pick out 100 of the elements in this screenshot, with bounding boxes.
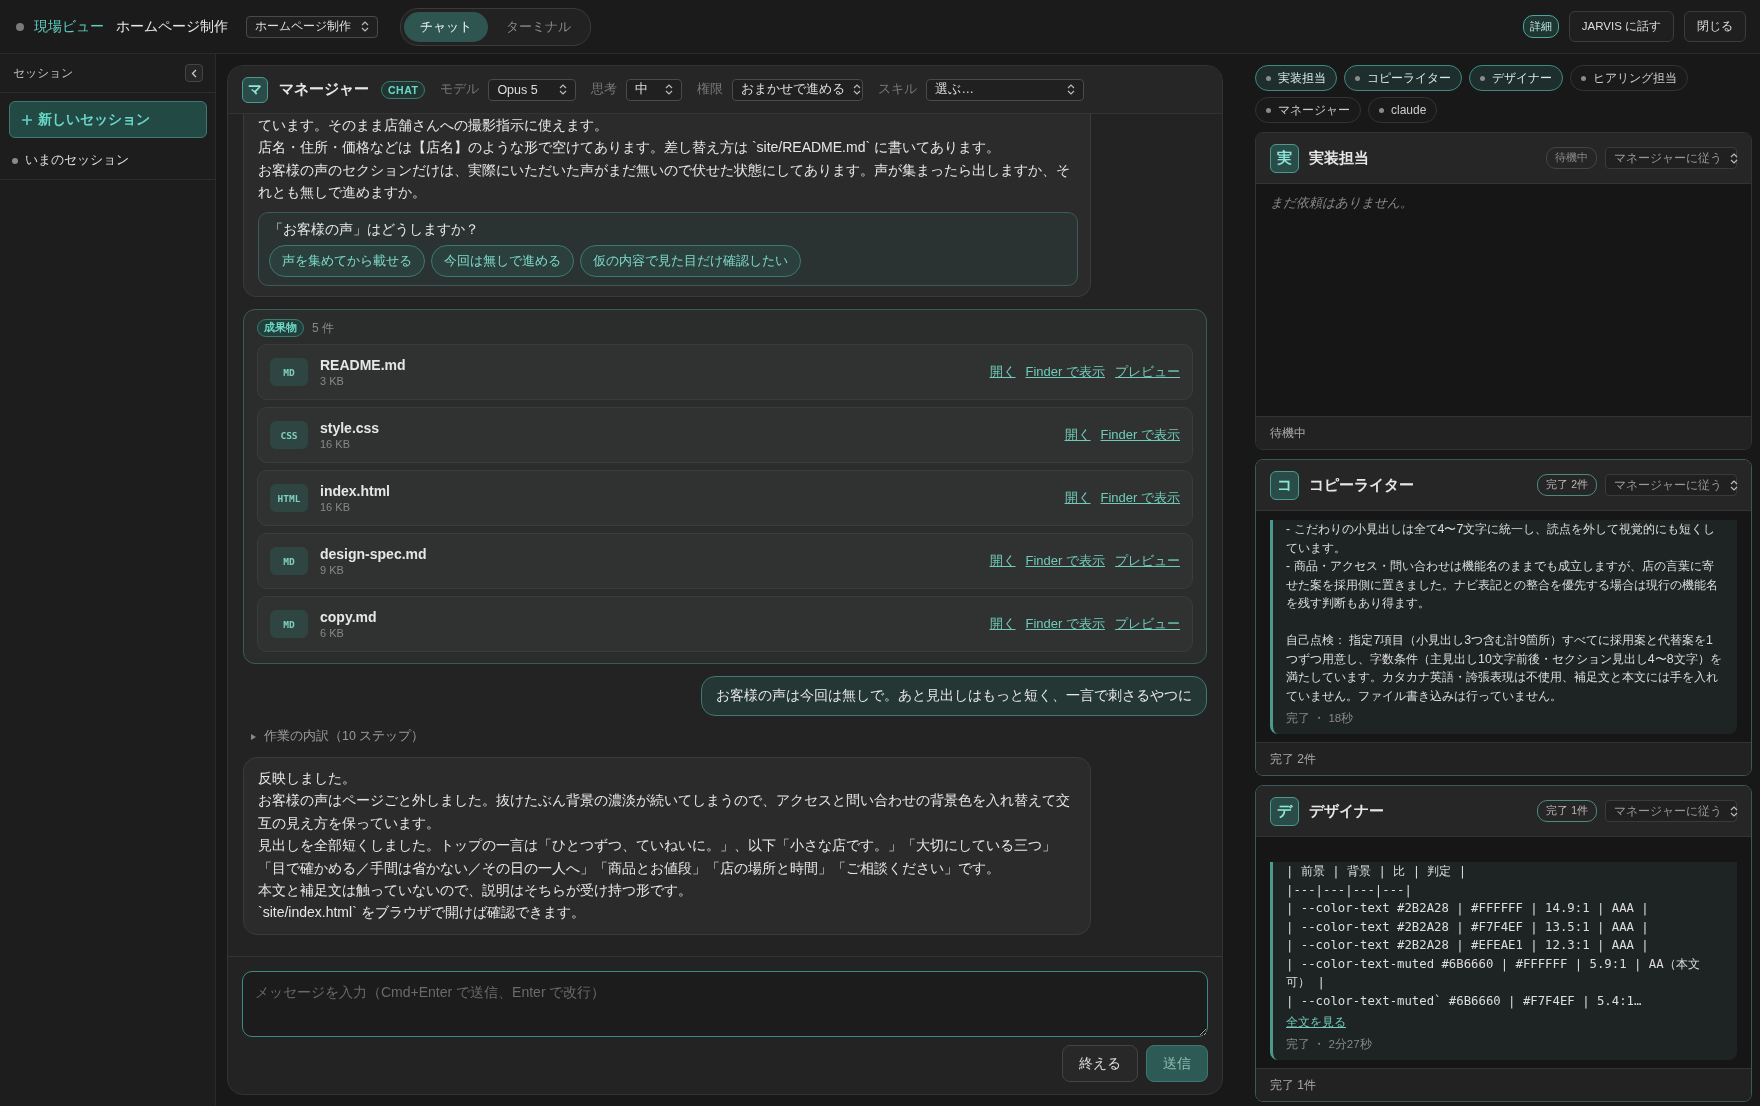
- option-button[interactable]: 今回は無しで進める: [431, 245, 574, 278]
- agent-chip[interactable]: コピーライター: [1344, 65, 1462, 91]
- chat-title: マネージャー: [279, 80, 369, 99]
- permission-select[interactable]: おまかせで進める: [732, 78, 864, 101]
- details-button[interactable]: 詳細: [1522, 15, 1559, 38]
- status-dot: [16, 22, 24, 31]
- updown-icon: [559, 84, 568, 95]
- file-link[interactable]: プレビュー: [1115, 363, 1180, 382]
- file-link[interactable]: Finder で表示: [1025, 363, 1105, 382]
- steps-toggle[interactable]: 作業の内訳（10 ステップ）: [243, 728, 1207, 746]
- file-link[interactable]: Finder で表示: [1100, 426, 1180, 445]
- file-link[interactable]: プレビュー: [1115, 615, 1180, 634]
- avatar: デ: [1270, 796, 1299, 826]
- file-link[interactable]: 開く: [989, 615, 1016, 634]
- agent-chip[interactable]: マネージャー: [1255, 97, 1361, 123]
- artifacts-badge: 成果物: [257, 319, 304, 338]
- log-meta: 完了 ・ 18秒: [1286, 711, 1355, 726]
- log-text: - 商品・アクセス・問い合わせは機能名のままでも成立しますが、店の言葉に寄せた案を採用側に置きました。ナビ表記との整合を優先する場合は現行の機能名を残す判断もあり得ます。: [1286, 558, 1719, 612]
- log-text: - こだわりの小見出しは全て4〜7文字に統一し、読点を外して視覚的にも短くしています。: [1286, 521, 1717, 557]
- policy-select[interactable]: マネージャーに従う: [1605, 800, 1737, 822]
- policy-select[interactable]: マネージャーに従う: [1605, 474, 1737, 496]
- caret-icon: [251, 733, 256, 740]
- file-type-badge: HTML: [270, 484, 308, 513]
- file-count: 5 件: [312, 319, 334, 337]
- code-line: | --color-text-muted` #6B6660 | #F7F4EF | 5.4:1…: [1286, 992, 1643, 1010]
- file-name: index.html: [320, 483, 391, 500]
- thinking-select[interactable]: 中: [626, 78, 683, 101]
- file-link[interactable]: Finder で表示: [1025, 615, 1105, 634]
- skill-select[interactable]: 選ぶ…: [926, 78, 1085, 101]
- new-session-button[interactable]: 新しいセッション: [9, 101, 207, 138]
- agent-chip[interactable]: ヒアリング担当: [1570, 65, 1688, 91]
- tab[interactable]: チャット: [404, 11, 488, 42]
- collapse-button[interactable]: [185, 64, 203, 82]
- card-footer: 完了 2件: [1256, 742, 1751, 775]
- avatar: コ: [1270, 470, 1299, 500]
- send-button[interactable]: 送信: [1146, 1045, 1208, 1082]
- sidebar-title: セッション: [13, 65, 73, 81]
- model-select[interactable]: Opus 5: [488, 78, 577, 101]
- avatar: マ: [242, 76, 268, 103]
- updown-icon: [1730, 152, 1738, 164]
- file-name: copy.md: [320, 609, 378, 626]
- full-text-link[interactable]: 全文を見る: [1286, 1014, 1346, 1031]
- file-link[interactable]: 開く: [1064, 426, 1091, 445]
- message-text: ています。そのまま店舗さんへの撮影指示に使えます。: [258, 116, 609, 135]
- agent-name: コピーライター: [1309, 475, 1415, 495]
- message-text: お客様の声はページごと外しました。抜けたぶん背景の濃淡が続いてしまうので、アクセスと問い合わせの背景色を入れ替えて交互の見え方を保っています。: [258, 791, 1071, 833]
- agent-chip[interactable]: 実装担当: [1255, 65, 1337, 91]
- file-link[interactable]: 開く: [989, 363, 1016, 382]
- status-badge: 待機中: [1546, 147, 1597, 169]
- close-button[interactable]: 閉じる: [1684, 11, 1746, 42]
- updown-icon: [853, 84, 862, 95]
- agent-name: 実装担当: [1309, 148, 1370, 168]
- file-type-badge: MD: [270, 610, 308, 639]
- agent-chip[interactable]: デザイナー: [1469, 65, 1563, 91]
- policy-select[interactable]: マネージャーに従う: [1605, 147, 1737, 169]
- control-label: 思考: [591, 81, 618, 98]
- updown-icon: [1730, 479, 1738, 491]
- chevron-left-icon: [191, 68, 197, 78]
- agent-chip[interactable]: claude: [1368, 97, 1438, 123]
- avatar: 実: [1270, 143, 1299, 173]
- talk-button[interactable]: JARVIS に話す: [1568, 11, 1674, 42]
- agent-name: デザイナー: [1309, 801, 1385, 821]
- control-label: 権限: [697, 81, 724, 98]
- empty-text: まだ依頼はありません。: [1270, 194, 1414, 212]
- code-line: |---|---|---|---|: [1286, 881, 1413, 899]
- message-text: 本文と補足文は触っていないので、説明はそちらが受け持つ形です。: [258, 881, 693, 901]
- session-item[interactable]: いまのセッション: [0, 152, 215, 169]
- project-name: ホームページ制作: [116, 17, 228, 36]
- card-footer: 待機中: [1256, 416, 1751, 449]
- option-button[interactable]: 仮の内容で見た目だけ確認したい: [580, 245, 801, 278]
- card-footer: 完了 1件: [1256, 1068, 1751, 1101]
- option-button[interactable]: 声を集めてから載せる: [269, 245, 425, 278]
- status-badge: 完了 1件: [1537, 800, 1597, 822]
- finish-button[interactable]: 終える: [1062, 1045, 1138, 1082]
- code-line: | --color-text #2B2A28 | #EFEAE1 | 12.3:1 | AAA |: [1286, 937, 1650, 955]
- file-link[interactable]: 開く: [989, 552, 1016, 571]
- file-size: 16 KB: [320, 501, 351, 514]
- control-label: スキル: [878, 81, 918, 98]
- control-label: モデル: [440, 81, 480, 98]
- file-link[interactable]: Finder で表示: [1100, 489, 1180, 508]
- message-text: お客様の声のセクションだけは、実際にいただいた声がまだ無いので伏せた状態にしてあります。声が集まったら出しますか、それとも無しで進めますか。: [258, 160, 1071, 203]
- updown-icon: [1730, 805, 1738, 817]
- file-name: design-spec.md: [320, 546, 428, 563]
- file-name: style.css: [320, 420, 381, 437]
- code-line: | --color-text #2B2A28 | #FFFFFF | 14.9:1 | AAA |: [1286, 900, 1650, 918]
- view-label[interactable]: 現場ビュー: [34, 17, 104, 36]
- user-message: お客様の声は今回は無しで。あと見出しはもっと短く、一言で刺さるやつに: [701, 676, 1207, 717]
- plus-icon: [22, 114, 32, 125]
- file-size: 3 KB: [320, 375, 345, 388]
- file-link[interactable]: プレビュー: [1115, 552, 1180, 571]
- tab[interactable]: ターミナル: [490, 11, 587, 42]
- file-link[interactable]: 開く: [1064, 489, 1091, 508]
- file-size: 6 KB: [320, 627, 345, 640]
- file-type-badge: MD: [270, 547, 308, 576]
- message-field[interactable]: メッセージを入力（Cmd+Enter で送信、Enter で改行）: [242, 971, 1208, 1037]
- file-size: 16 KB: [320, 438, 351, 451]
- file-name: README.md: [320, 357, 407, 374]
- updown-icon: [1067, 84, 1076, 95]
- project-select[interactable]: ホームページ制作: [246, 15, 378, 38]
- file-link[interactable]: Finder で表示: [1025, 552, 1105, 571]
